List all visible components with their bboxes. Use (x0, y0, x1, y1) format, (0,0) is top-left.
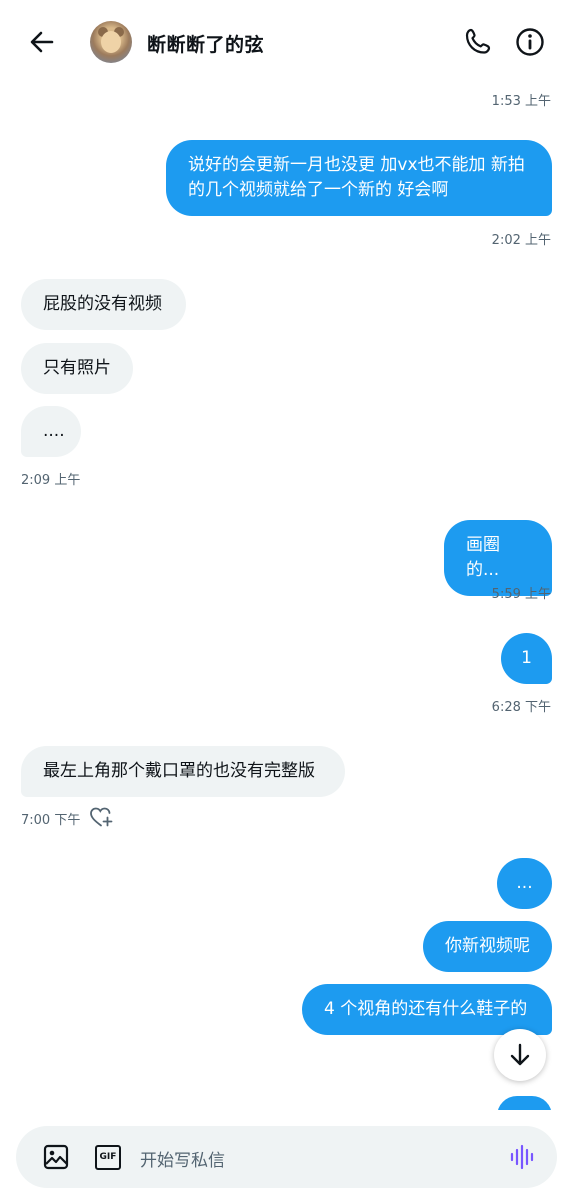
message-bubble-outgoing[interactable]: ... (497, 858, 552, 909)
message-bubble-incoming[interactable]: 最左上角那个戴口罩的也没有完整版 (21, 746, 345, 797)
message-timestamp: 6:28 下午 (491, 700, 551, 715)
add-reaction-icon[interactable] (89, 806, 113, 828)
message-timestamp: 1:53 上午 (491, 94, 551, 109)
info-icon[interactable] (514, 26, 546, 58)
message-bubble-outgoing[interactable]: 1 (501, 633, 552, 684)
gif-icon: GIF (95, 1145, 121, 1170)
message-timestamp: 7:00 下午 (21, 813, 81, 828)
message-input[interactable]: 开始写私信 (140, 1146, 225, 1171)
message-timestamp: 5:59 上午 (491, 587, 551, 602)
avatar[interactable] (90, 21, 132, 63)
message-bubble-incoming[interactable]: .... (21, 406, 81, 457)
phone-icon[interactable] (462, 26, 494, 58)
message-bubble-outgoing[interactable]: 你新视频呢 (423, 921, 552, 972)
gif-button[interactable]: GIF (94, 1143, 122, 1171)
scroll-to-bottom-button[interactable] (494, 1029, 546, 1081)
message-composer[interactable]: GIF 开始写私信 (16, 1126, 557, 1188)
message-bubble-incoming[interactable]: 屁股的没有视频 (21, 279, 186, 330)
conversation-header: 断断断了的弦 (0, 0, 573, 82)
message-timestamp: 2:09 上午 (21, 473, 81, 488)
arrow-down-icon (510, 1043, 530, 1066)
arrow-left-icon[interactable] (26, 26, 58, 58)
message-timestamp: 2:02 上午 (491, 233, 551, 248)
voice-message-icon[interactable] (508, 1143, 536, 1171)
message-bubble-outgoing[interactable]: 4 个视角的还有什么鞋子的 (302, 984, 552, 1035)
image-icon[interactable] (42, 1143, 70, 1171)
conversation-title[interactable]: 断断断了的弦 (147, 30, 264, 57)
message-bubble-outgoing[interactable]: 说好的会更新一月也没更 加vx也不能加 新拍的几个视频就给了一个新的 好会啊 (166, 140, 552, 216)
message-bubble-incoming[interactable]: 只有照片 (21, 343, 133, 394)
